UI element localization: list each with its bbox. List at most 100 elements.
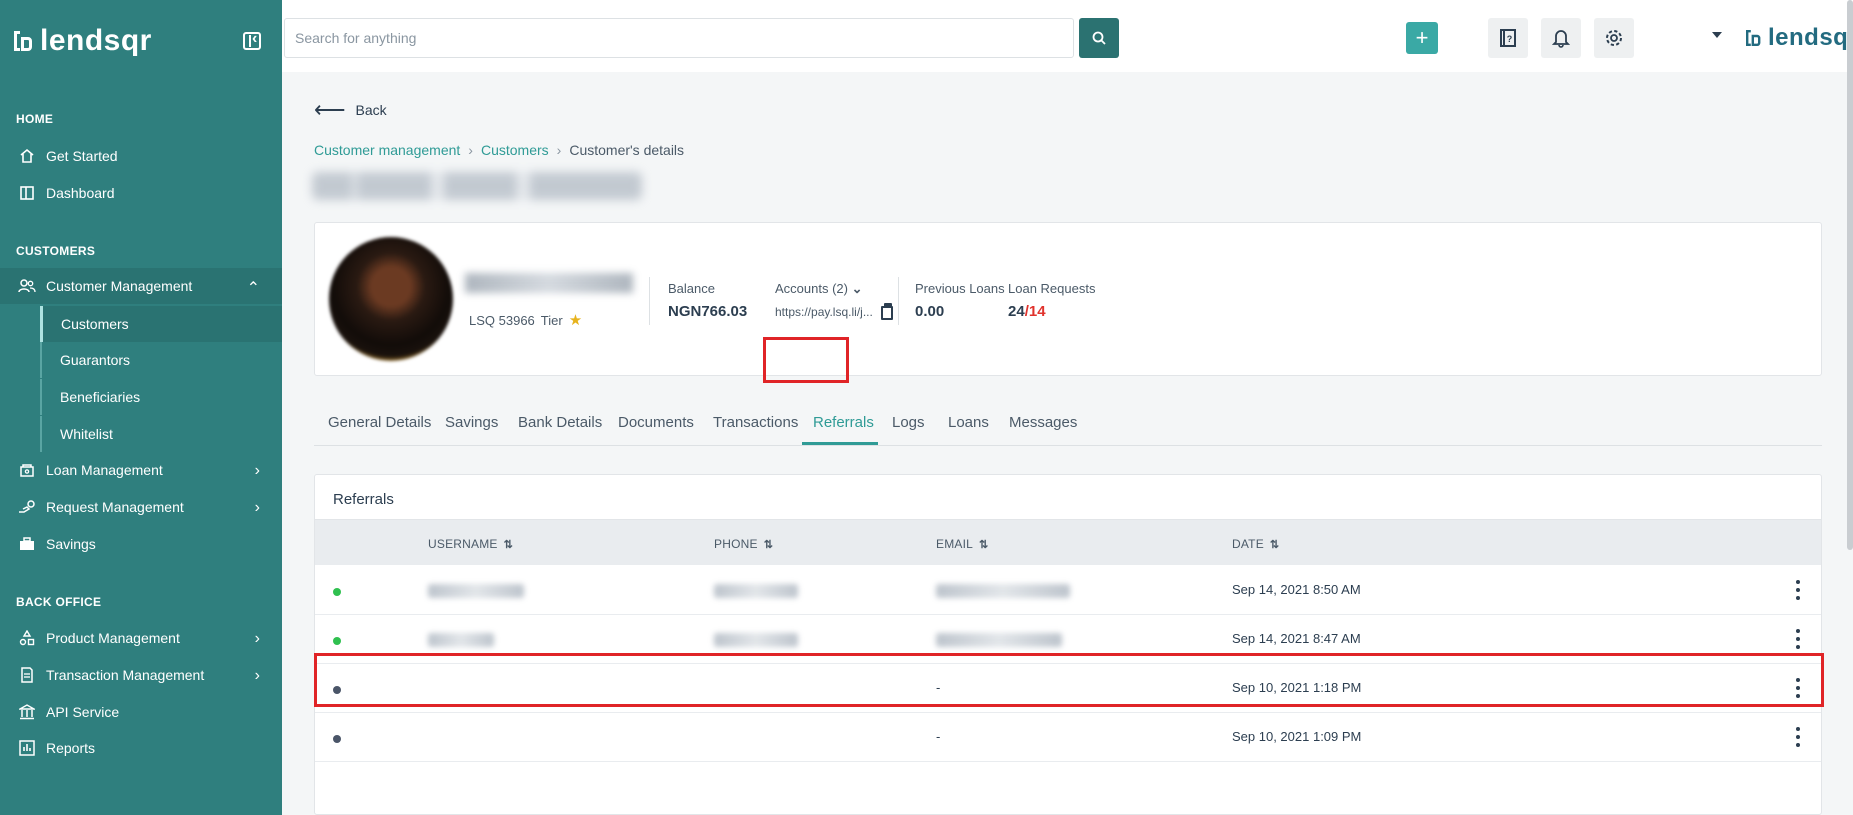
sidebar-item-loan-management[interactable]: Loan Management › <box>0 452 282 488</box>
phone-redacted <box>714 584 798 598</box>
sidebar-item-customer-management[interactable]: Customer Management ⌃ <box>0 268 282 304</box>
sidebar-item-beneficiaries[interactable]: Beneficiaries <box>40 379 282 415</box>
logo-icon <box>14 29 34 53</box>
status-dot <box>333 588 341 596</box>
sidebar-item-customers[interactable]: Customers <box>40 306 282 342</box>
email-redacted <box>936 584 1070 598</box>
add-button[interactable]: + <box>1406 22 1438 54</box>
sort-icon: ⇅ <box>1269 538 1280 551</box>
more-options-icon[interactable] <box>1795 727 1801 747</box>
table-row[interactable]: Sep 14, 2021 8:50 AM <box>315 566 1821 615</box>
sidebar-item-api-service[interactable]: API Service <box>0 694 282 730</box>
phone-redacted <box>714 633 798 647</box>
chevron-right-icon: › <box>254 462 260 479</box>
sidebar-item-product-management[interactable]: Product Management › <box>0 620 282 656</box>
caret-down-icon[interactable] <box>1712 32 1722 38</box>
sidebar-item-label: Beneficiaries <box>60 389 141 405</box>
previous-loans-label: Previous Loans <box>915 281 1005 296</box>
avatar <box>329 237 453 361</box>
divider <box>898 277 899 325</box>
tab-bank-details[interactable]: Bank Details <box>518 414 602 431</box>
briefcase-icon <box>18 535 36 553</box>
column-username[interactable]: USERNAME ⇅ <box>428 537 513 551</box>
customer-name-redacted <box>465 273 633 293</box>
sidebar-item-label: Request Management <box>46 499 184 515</box>
logo-icon <box>1746 28 1762 47</box>
breadcrumb-current: Customer's details <box>569 142 685 158</box>
column-date[interactable]: DATE ⇅ <box>1232 537 1279 551</box>
brand-logo[interactable]: lendsqr <box>14 24 152 58</box>
highlight-box-tab <box>763 337 849 383</box>
document-icon <box>18 666 36 684</box>
sidebar-item-label: Product Management <box>46 630 180 646</box>
more-options-icon[interactable] <box>1795 629 1801 649</box>
table-header: USERNAME ⇅ PHONE ⇅ EMAIL ⇅ DATE ⇅ <box>315 519 1821 565</box>
tab-messages[interactable]: Messages <box>1009 414 1077 431</box>
search-icon <box>1092 31 1106 45</box>
tab-savings[interactable]: Savings <box>445 414 498 431</box>
highlight-box-row <box>314 653 1824 707</box>
tier-label: Tier <box>540 312 563 328</box>
tab-documents[interactable]: Documents <box>618 414 694 431</box>
sidebar: lendsqr HOME Get Started Dashboard CUSTO… <box>0 0 282 815</box>
status-dot <box>333 735 341 743</box>
tab-logs[interactable]: Logs <box>892 414 925 431</box>
sidebar-item-transaction-management[interactable]: Transaction Management › <box>0 657 282 693</box>
sidebar-item-reports[interactable]: Reports <box>0 730 282 766</box>
sidebar-item-get-started[interactable]: Get Started <box>0 138 282 174</box>
sidebar-item-whitelist[interactable]: Whitelist <box>40 416 282 452</box>
page-title-redacted <box>312 172 642 200</box>
sidebar-item-label: Get Started <box>46 148 118 164</box>
status-dot <box>333 637 341 645</box>
sidebar-item-label: Customer Management <box>46 278 193 294</box>
tab-general-details[interactable]: General Details <box>328 414 431 431</box>
search-input[interactable] <box>284 18 1074 58</box>
logo-text: lendsqr <box>40 24 152 57</box>
sort-icon: ⇅ <box>763 538 774 551</box>
account-link[interactable]: https://pay.lsq.li/j... <box>775 305 873 319</box>
settings-button[interactable] <box>1594 18 1634 58</box>
balance-label: Balance <box>668 281 715 296</box>
sidebar-item-request-management[interactable]: Request Management › <box>0 489 282 525</box>
loan-requests-total: 14 <box>1028 303 1046 320</box>
breadcrumb-customer-management[interactable]: Customer management <box>314 142 460 158</box>
sidebar-item-dashboard[interactable]: Dashboard <box>0 175 282 211</box>
column-email[interactable]: EMAIL ⇅ <box>936 537 988 551</box>
star-icon: ★ <box>568 312 583 329</box>
username-redacted <box>428 633 494 647</box>
sidebar-item-label: Guarantors <box>60 352 131 368</box>
column-label: DATE <box>1232 537 1264 551</box>
plus-icon: + <box>1415 25 1429 50</box>
chevron-right-icon: › <box>254 499 260 516</box>
tab-referrals[interactable]: Referrals <box>813 414 874 431</box>
loan-requests-done: 24 <box>1008 303 1025 320</box>
tab-transactions[interactable]: Transactions <box>713 414 798 431</box>
table-row[interactable]: - Sep 10, 2021 1:09 PM <box>315 713 1821 762</box>
search-button[interactable] <box>1079 18 1119 58</box>
tab-loans[interactable]: Loans <box>948 414 989 431</box>
sidebar-item-savings[interactable]: Savings <box>0 526 282 562</box>
sidebar-collapse-icon[interactable] <box>243 30 261 50</box>
back-button[interactable]: ⟵ Back <box>314 99 387 121</box>
users-icon <box>18 277 36 295</box>
breadcrumb-customers[interactable]: Customers <box>481 142 549 158</box>
home-icon <box>18 147 36 165</box>
notifications-button[interactable] <box>1541 18 1581 58</box>
sidebar-item-guarantors[interactable]: Guarantors <box>40 342 282 378</box>
help-button[interactable]: ? <box>1488 18 1528 58</box>
active-tab-indicator <box>802 442 878 445</box>
more-options-icon[interactable] <box>1795 580 1801 600</box>
sidebar-item-label: Customers <box>61 316 129 332</box>
email-redacted <box>936 633 1062 647</box>
copy-icon[interactable] <box>881 303 893 320</box>
dashboard-icon <box>18 184 36 202</box>
page-scrollbar[interactable] <box>1847 0 1853 550</box>
referrals-title: Referrals <box>333 491 394 508</box>
accounts-dropdown[interactable]: Accounts (2) ⌄ <box>775 281 863 297</box>
accounts-label: Accounts (2) <box>775 281 848 296</box>
balance-value: NGN766.03 <box>668 303 748 320</box>
column-phone[interactable]: PHONE ⇅ <box>714 537 773 551</box>
product-icon <box>18 629 36 647</box>
customer-summary-card: LSQ 53966 Tier ★ Balance NGN766.03 Accou… <box>314 222 1822 376</box>
customer-id-tier: LSQ 53966 Tier ★ <box>469 311 582 329</box>
